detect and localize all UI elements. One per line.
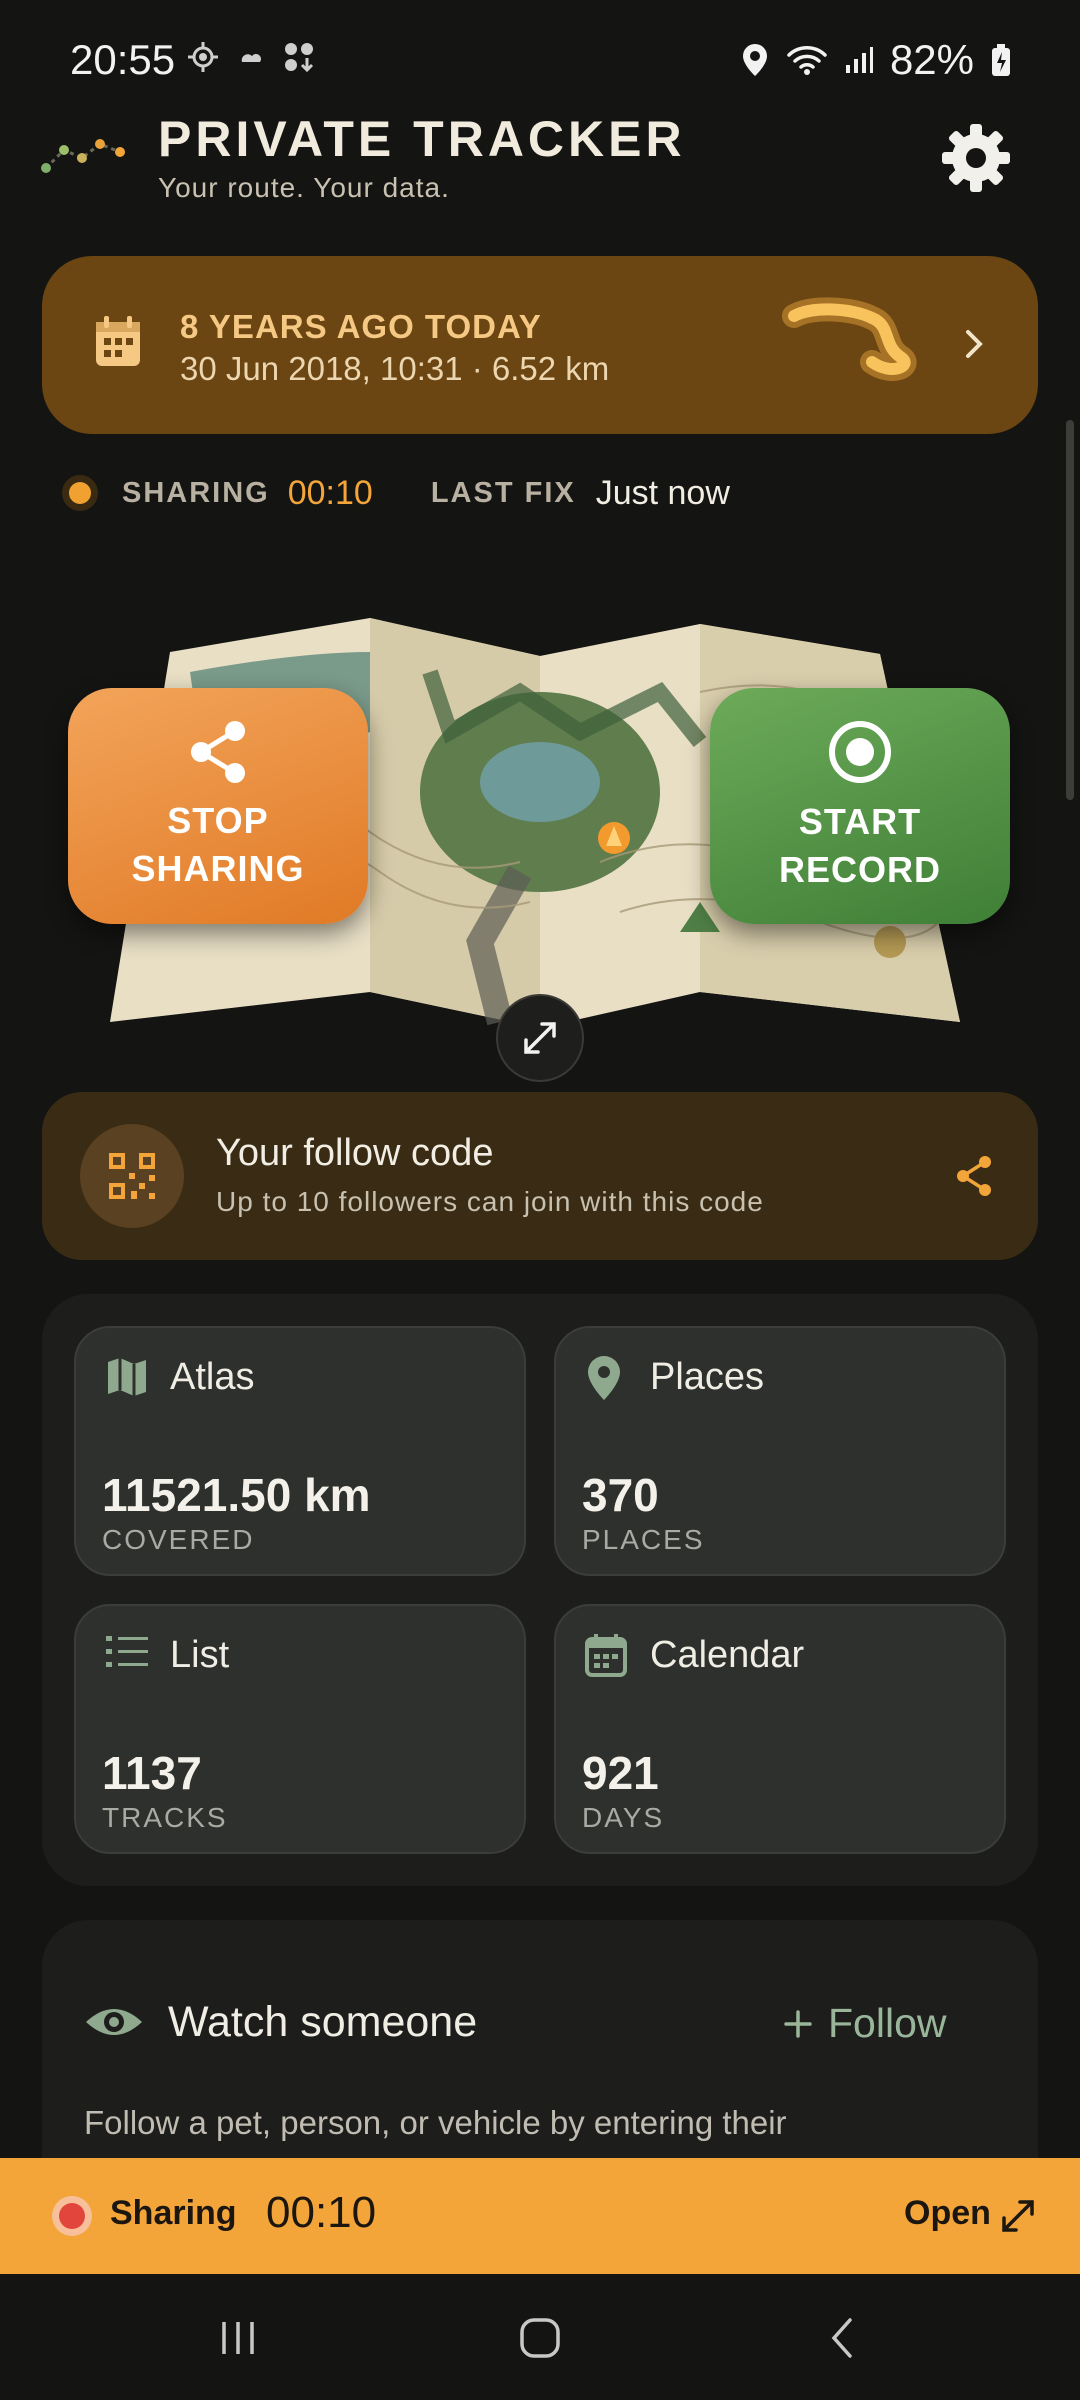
atlas-title: Atlas bbox=[170, 1356, 255, 1398]
memory-title: 8 YEARS AGO TODAY bbox=[180, 308, 542, 345]
expand-icon bbox=[524, 1022, 556, 1054]
home-button[interactable] bbox=[500, 2308, 580, 2368]
follow-code-subtitle: Up to 10 followers can join with this co… bbox=[216, 1186, 764, 1217]
last-fix-value: Just now bbox=[595, 473, 730, 512]
qr-code-icon bbox=[109, 1153, 155, 1199]
qr-code-badge bbox=[80, 1124, 184, 1228]
app-tagline: Your route. Your data. bbox=[158, 172, 450, 203]
list-icon bbox=[106, 1636, 148, 1667]
app-logo-icon bbox=[41, 139, 125, 173]
app-notification-icon bbox=[285, 43, 314, 73]
atlas-unit: COVERED bbox=[102, 1524, 255, 1555]
stats-panel: Atlas 11521.50 km COVERED Places 370 PLA… bbox=[42, 1294, 1038, 1886]
calendar-title: Calendar bbox=[650, 1634, 805, 1676]
places-card[interactable]: Places 370 PLACES bbox=[554, 1326, 1006, 1576]
back-button[interactable] bbox=[804, 2308, 884, 2368]
list-unit: TRACKS bbox=[102, 1802, 228, 1833]
watch-title: Watch someone bbox=[168, 1998, 478, 2046]
last-fix-label: LAST FIX bbox=[430, 476, 576, 509]
sharing-label: SHARING bbox=[122, 476, 270, 509]
memory-card[interactable]: 8 YEARS AGO TODAY 30 Jun 2018, 10:31 · 6… bbox=[42, 256, 1038, 434]
sharing-bar-label: Sharing bbox=[110, 2194, 237, 2232]
eye-icon bbox=[86, 2009, 142, 2035]
system-navigation-bar bbox=[0, 2274, 1080, 2400]
plus-icon bbox=[784, 2009, 812, 2038]
status-system-icons: 82% bbox=[740, 36, 1012, 84]
sharing-status-row: SHARING 00:10 LAST FIX Just now bbox=[62, 468, 730, 518]
calendar-card[interactable]: Calendar 921 DAYS bbox=[554, 1604, 1006, 1854]
scrollbar[interactable] bbox=[1066, 420, 1074, 800]
recent-apps-icon bbox=[222, 2322, 254, 2354]
expand-map-button[interactable] bbox=[496, 994, 584, 1082]
start-record-label-line2: RECORD bbox=[778, 849, 941, 890]
list-title: List bbox=[170, 1634, 230, 1676]
share-icon bbox=[191, 721, 245, 783]
status-time: 20:55 bbox=[70, 36, 176, 83]
sharing-bar-timer: 00:10 bbox=[266, 2188, 377, 2237]
watch-description: Follow a pet, person, or vehicle by ente… bbox=[84, 2104, 787, 2141]
share-code-icon[interactable] bbox=[954, 1154, 994, 1198]
stop-sharing-label-line2: SHARING bbox=[131, 848, 305, 889]
battery-charging-icon bbox=[992, 44, 1010, 76]
open-external-icon[interactable] bbox=[998, 2196, 1038, 2236]
places-title: Places bbox=[650, 1356, 765, 1398]
start-record-button[interactable]: START RECORD bbox=[710, 688, 1010, 924]
status-notification-icons bbox=[186, 40, 316, 74]
follow-code-card[interactable]: Your follow code Up to 10 followers can … bbox=[42, 1092, 1038, 1260]
list-value: 1137 bbox=[102, 1747, 202, 1799]
settings-button[interactable] bbox=[936, 118, 1016, 198]
places-unit: PLACES bbox=[582, 1524, 705, 1555]
open-button-label[interactable]: Open bbox=[904, 2194, 991, 2233]
chevron-right-icon bbox=[966, 330, 983, 358]
location-pin-icon bbox=[742, 44, 767, 76]
start-record-label-line1: START bbox=[798, 801, 922, 842]
record-icon bbox=[829, 721, 891, 783]
gear-icon bbox=[942, 124, 1010, 192]
atlas-value: 11521.50 km bbox=[102, 1469, 371, 1521]
weather-icon bbox=[241, 54, 261, 62]
app-title: PRIVATE TRACKER bbox=[158, 111, 686, 167]
sharing-indicator-dot bbox=[62, 475, 98, 511]
calendar-unit: DAYS bbox=[582, 1802, 665, 1833]
place-pin-icon bbox=[588, 1356, 620, 1400]
wifi-icon bbox=[787, 46, 827, 75]
back-icon bbox=[831, 2318, 852, 2358]
signal-icon bbox=[845, 47, 873, 73]
location-target-icon bbox=[188, 42, 218, 72]
memory-detail: 30 Jun 2018, 10:31 · 6.52 km bbox=[180, 350, 610, 387]
map-icon bbox=[108, 1358, 146, 1396]
recent-apps-button[interactable] bbox=[198, 2308, 278, 2368]
follow-button[interactable]: Follow bbox=[782, 2000, 946, 2047]
atlas-card[interactable]: Atlas 11521.50 km COVERED bbox=[74, 1326, 526, 1576]
sharing-live-dot bbox=[52, 2196, 92, 2236]
calendar-icon bbox=[96, 316, 140, 366]
battery-percentage: 82% bbox=[889, 36, 974, 83]
calendar-value: 921 bbox=[582, 1747, 659, 1799]
list-card[interactable]: List 1137 TRACKS bbox=[74, 1604, 526, 1854]
stop-sharing-button[interactable]: STOP SHARING bbox=[68, 688, 368, 924]
stop-sharing-label-line1: STOP bbox=[167, 800, 269, 841]
route-thumbnail-icon bbox=[782, 297, 917, 381]
places-value: 370 bbox=[582, 1469, 659, 1521]
sharing-bar[interactable]: Sharing 00:10 Open bbox=[0, 2158, 1080, 2274]
follow-button-label: Follow bbox=[828, 2000, 947, 2046]
home-icon bbox=[520, 2318, 560, 2358]
status-bar: 20:55 82% bbox=[0, 0, 1080, 120]
sharing-timer: 00:10 bbox=[287, 473, 373, 512]
calendar-icon bbox=[585, 1634, 627, 1677]
watch-someone-card: Watch someone Follow Follow a pet, perso… bbox=[42, 1920, 1038, 2160]
follow-code-title: Your follow code bbox=[216, 1132, 494, 1174]
